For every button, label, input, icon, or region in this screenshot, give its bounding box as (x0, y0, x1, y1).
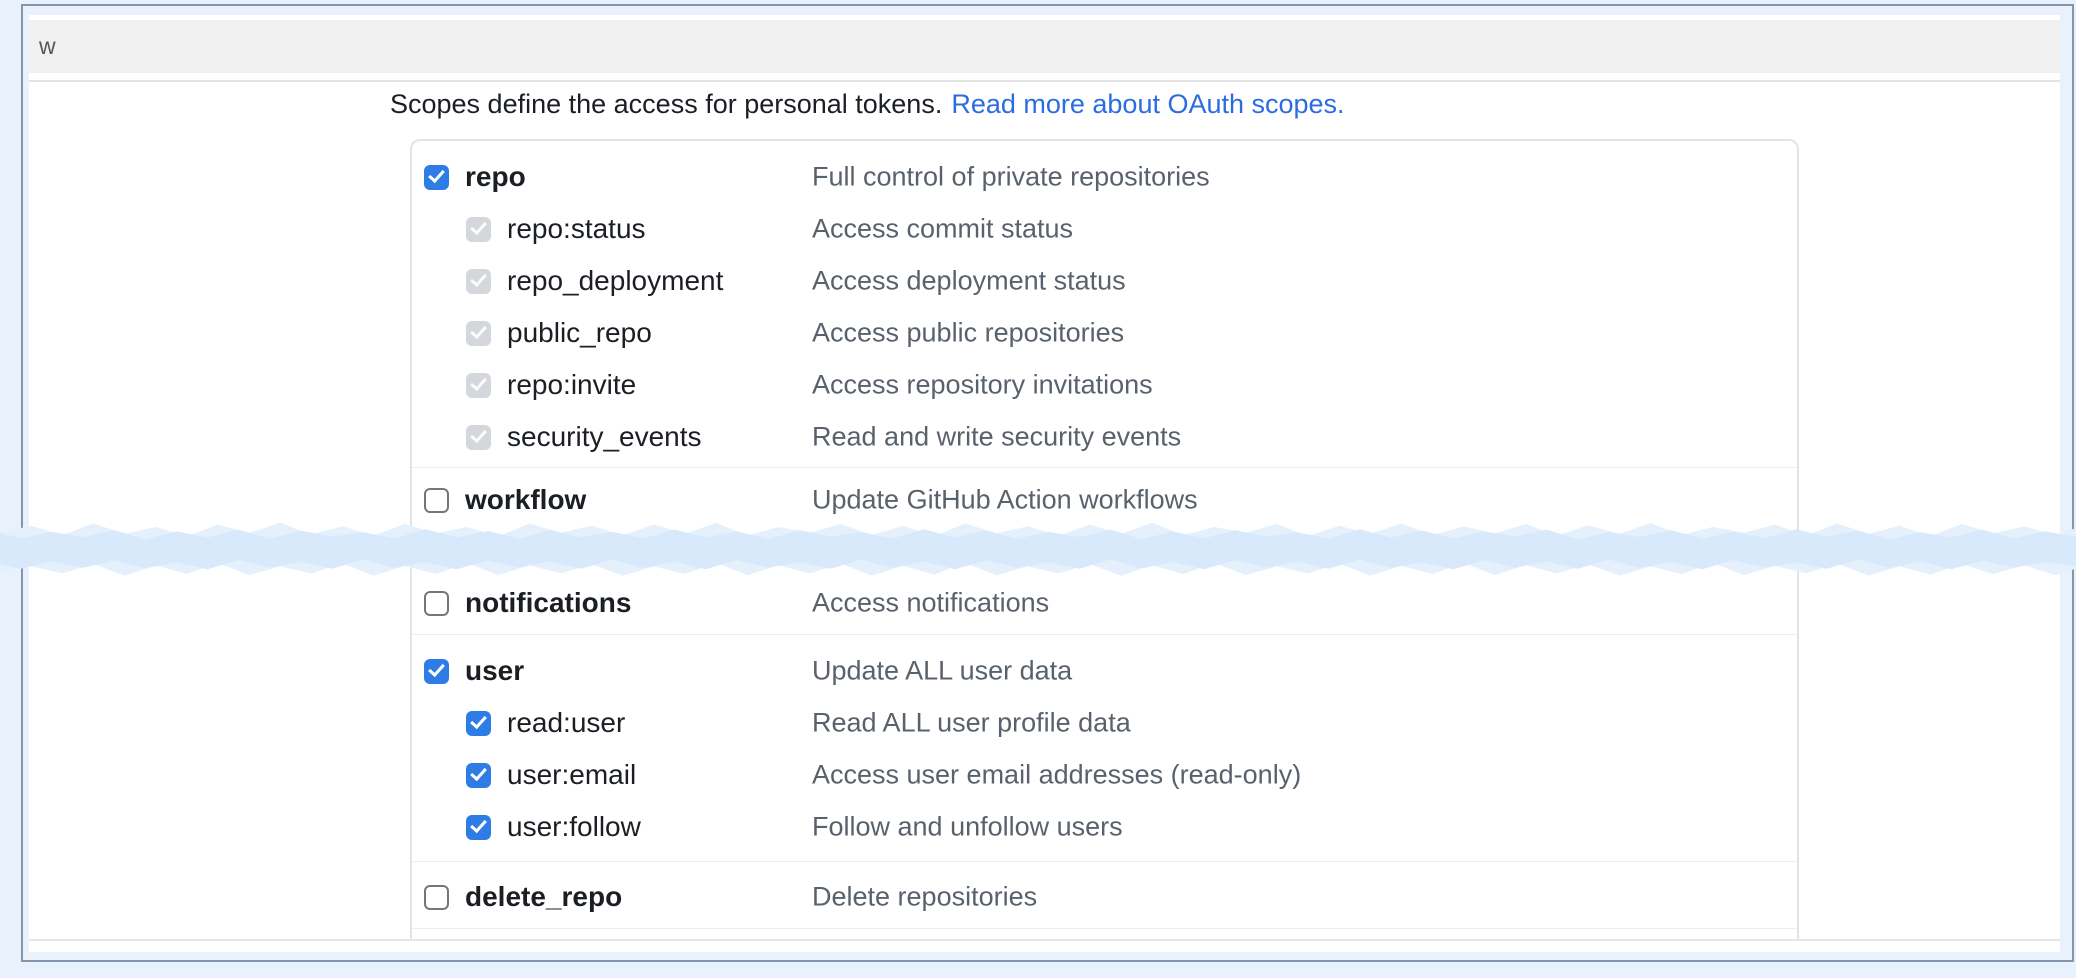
scope-desc-workflow: Update GitHub Action workflows (812, 485, 1198, 516)
scope-desc-repo-status: Access commit status (812, 214, 1073, 245)
scope-row-repo-invite: repo:invite Access repository invitation… (412, 359, 1797, 411)
scope-row-notifications: notifications Access notifications (412, 578, 1797, 628)
checkbox-read-user[interactable] (466, 711, 491, 736)
scope-label-repo[interactable]: repo (465, 161, 526, 193)
checkbox-repo-status (466, 217, 491, 242)
scope-row-read-user: read:user Read ALL user profile data (412, 697, 1797, 749)
checkbox-workflow[interactable] (424, 488, 449, 513)
scope-group-user: user Update ALL user data read:user Read… (412, 635, 1797, 862)
titlebar-text: w (39, 33, 56, 60)
scope-desc-read-user: Read ALL user profile data (812, 708, 1131, 739)
checkbox-public-repo (466, 321, 491, 346)
titlebar-divider (29, 80, 2060, 82)
scope-desc-user-email: Access user email addresses (read-only) (812, 760, 1301, 791)
checkbox-user-follow[interactable] (466, 815, 491, 840)
checkbox-notifications[interactable] (424, 591, 449, 616)
scope-desc-delete-repo: Delete repositories (812, 882, 1037, 913)
scope-row-user-email: user:email Access user email addresses (… (412, 749, 1797, 801)
page-bottom-divider (29, 939, 2060, 941)
scope-group-delete-repo: delete_repo Delete repositories (412, 862, 1797, 929)
checkbox-security-events (466, 425, 491, 450)
scope-label-repo-invite: repo:invite (507, 369, 636, 401)
scope-desc-public-repo: Access public repositories (812, 318, 1124, 349)
scope-row-user-follow: user:follow Follow and unfollow users (412, 801, 1797, 853)
scope-label-security-events: security_events (507, 421, 702, 453)
scope-label-user[interactable]: user (465, 655, 524, 687)
scopes-box: repo Full control of private repositorie… (410, 139, 1799, 939)
scope-label-repo-status: repo:status (507, 213, 646, 245)
scopes-intro-text: Scopes define the access for personal to… (390, 89, 942, 119)
scope-group-notifications: notifications Access notifications (412, 576, 1797, 635)
scope-desc-repo-invite: Access repository invitations (812, 370, 1153, 401)
scope-row-repo: repo Full control of private repositorie… (412, 151, 1797, 203)
scope-label-read-user[interactable]: read:user (507, 707, 625, 739)
scope-label-workflow[interactable]: workflow (465, 484, 586, 516)
scope-group-workflow: workflow Update GitHub Action workflows (412, 468, 1797, 524)
scope-row-repo-deployment: repo_deployment Access deployment status (412, 255, 1797, 307)
scope-desc-user-follow: Follow and unfollow users (812, 812, 1123, 843)
scope-desc-repo: Full control of private repositories (812, 162, 1210, 193)
checkbox-repo-invite (466, 373, 491, 398)
window-titlebar: w (29, 20, 2060, 73)
page: w Scopes define the access for personal … (29, 15, 2060, 952)
checkbox-user[interactable] (424, 659, 449, 684)
scope-group-repo: repo Full control of private repositorie… (412, 141, 1797, 468)
scope-label-repo-deployment: repo_deployment (507, 265, 723, 297)
scope-label-delete-repo[interactable]: delete_repo (465, 881, 622, 913)
checkbox-delete-repo[interactable] (424, 885, 449, 910)
scope-row-repo-status: repo:status Access commit status (412, 203, 1797, 255)
scope-label-public-repo: public_repo (507, 317, 652, 349)
scope-row-user: user Update ALL user data (412, 645, 1797, 697)
scope-desc-user: Update ALL user data (812, 656, 1072, 687)
scope-desc-repo-deployment: Access deployment status (812, 266, 1126, 297)
oauth-scopes-link[interactable]: Read more about OAuth scopes. (951, 89, 1344, 119)
scope-row-security-events: security_events Read and write security … (412, 411, 1797, 463)
scope-row-delete-repo: delete_repo Delete repositories (412, 872, 1797, 922)
scope-label-notifications[interactable]: notifications (465, 587, 631, 619)
scope-label-user-follow[interactable]: user:follow (507, 811, 641, 843)
checkbox-repo-deployment (466, 269, 491, 294)
stitch-gap (412, 524, 1797, 576)
scope-label-user-email[interactable]: user:email (507, 759, 636, 791)
checkbox-repo[interactable] (424, 165, 449, 190)
scope-row-workflow: workflow Update GitHub Action workflows (412, 476, 1797, 524)
scopes-intro: Scopes define the access for personal to… (390, 85, 1345, 123)
scope-row-public-repo: public_repo Access public repositories (412, 307, 1797, 359)
scope-desc-security-events: Read and write security events (812, 422, 1181, 453)
checkbox-user-email[interactable] (466, 763, 491, 788)
scope-desc-notifications: Access notifications (812, 588, 1049, 619)
